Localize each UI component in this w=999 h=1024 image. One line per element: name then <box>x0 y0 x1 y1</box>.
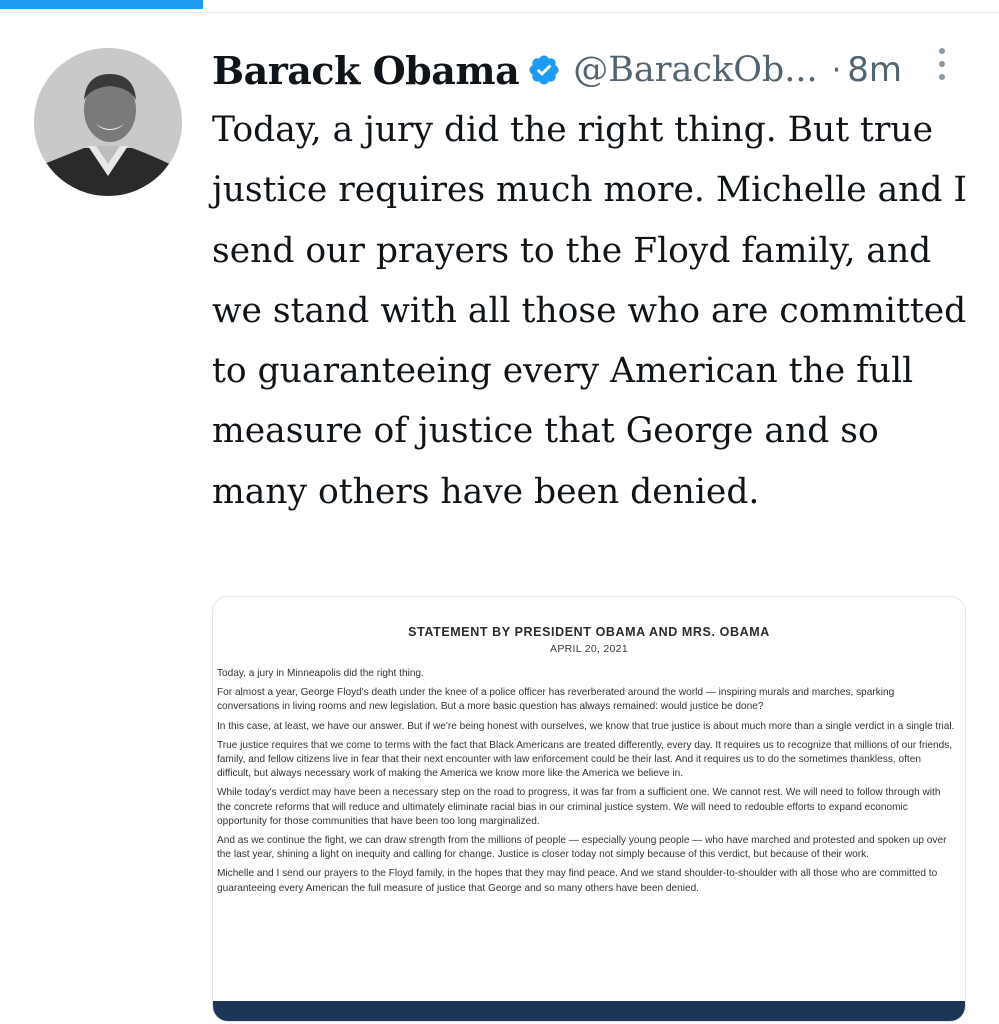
statement-body: Today, a jury in Minneapolis did the rig… <box>217 667 955 901</box>
media-bottom-edge <box>213 1001 965 1021</box>
loading-progress-bar <box>0 0 203 9</box>
tweet-header: Barack Obama @BarackOb... · 8m <box>212 40 982 100</box>
avatar[interactable] <box>34 48 182 196</box>
statement-date: APRIL 20, 2021 <box>550 643 628 655</box>
author-display-name[interactable]: Barack Obama <box>212 48 520 93</box>
statement-title: STATEMENT BY PRESIDENT OBAMA AND MRS. OB… <box>408 625 770 639</box>
statement-paragraph: For almost a year, George Floyd's death … <box>217 687 895 713</box>
statement-paragraph: Today, a jury in Minneapolis did the rig… <box>217 668 424 679</box>
tweet-timestamp[interactable]: 8m <box>847 50 902 90</box>
statement-paragraph: In this case, at least, we have our answ… <box>217 720 955 732</box>
tweet-text: Today, a jury did the right thing. But t… <box>212 110 968 512</box>
author-handle[interactable]: @BarackOb... <box>573 50 817 90</box>
statement-paragraph: And as we continue the fight, we can dra… <box>217 835 947 861</box>
separator-dot: · <box>831 52 842 88</box>
statement-paragraph: Michelle and I send our prayers to the F… <box>217 868 938 894</box>
verified-badge-icon <box>527 53 561 87</box>
profile-photo-icon <box>34 48 182 196</box>
statement-paragraph: True justice requires that we come to te… <box>217 739 953 780</box>
statement-paragraph: While today's verdict may have been a ne… <box>217 787 941 827</box>
top-divider <box>0 12 999 13</box>
tweet-media-image[interactable]: STATEMENT BY PRESIDENT OBAMA AND MRS. OB… <box>212 596 966 1022</box>
more-vertical-icon[interactable] <box>935 48 949 88</box>
